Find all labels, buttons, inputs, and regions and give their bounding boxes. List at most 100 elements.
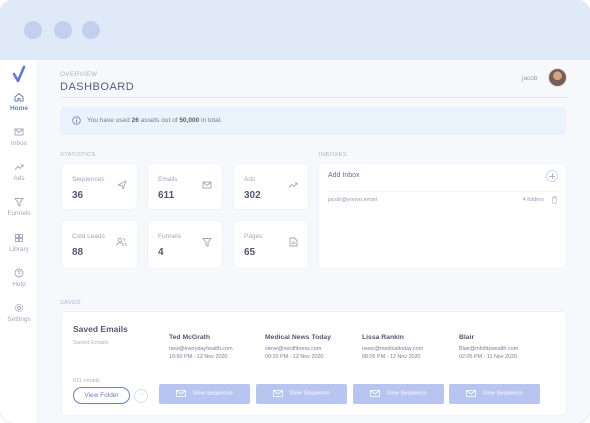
sidebar-item-library[interactable]: Library xyxy=(0,233,38,253)
sidebar-item-label: Help xyxy=(12,281,26,288)
sidebar-item-label: Settings xyxy=(7,316,31,323)
sidebar-item-funnels[interactable]: Funnels xyxy=(0,197,38,217)
view-sequence-button[interactable]: View Sequence xyxy=(449,384,540,404)
view-sequence-button[interactable]: View Sequence xyxy=(159,384,250,404)
sent-date: 08:05 PM - 12 Nov 2020 xyxy=(362,354,421,360)
stat-value: 611 xyxy=(158,190,175,201)
mail-icon xyxy=(14,128,24,136)
sent-date: 10:50 PM - 12 Nov 2020 xyxy=(169,354,228,360)
add-inbox-title: Add Inbox xyxy=(328,172,360,179)
sender-email: Blair@mlnfitzwealth.com xyxy=(459,346,519,352)
view-sequence-button[interactable]: View Sequence xyxy=(353,384,444,404)
sidebar-item-label: Funnels xyxy=(7,210,31,217)
view-sequence-label: View Sequence xyxy=(386,390,427,397)
envelope-icon xyxy=(176,390,187,398)
stat-card-sequences[interactable]: Sequences 36 xyxy=(62,164,137,209)
avatar[interactable] xyxy=(548,68,567,87)
stat-label: Cold Leads xyxy=(72,233,105,240)
trend-icon xyxy=(14,164,24,170)
grid-icon xyxy=(15,234,23,242)
home-icon xyxy=(14,92,24,102)
add-inbox-button[interactable] xyxy=(546,170,558,182)
view-sequence-label: View Sequence xyxy=(192,390,233,397)
filter-icon xyxy=(14,198,24,207)
sender-email: news@medicaltoday.com xyxy=(362,346,424,352)
stat-card-ads[interactable]: Ads 302 xyxy=(234,164,308,209)
saved-email-item: Ted McGrath new@everydayhealth.com 10:50… xyxy=(169,334,261,360)
stat-card-pages[interactable]: Pages 65 xyxy=(234,221,308,268)
saved-title: Saved Emails xyxy=(73,324,128,334)
stat-label: Sequences xyxy=(72,176,105,183)
stat-value: 65 xyxy=(244,247,256,258)
logo-icon xyxy=(12,65,26,83)
inbox-row[interactable]: jacob@yoovo.email 4 folders xyxy=(328,191,558,205)
gear-icon xyxy=(14,303,24,313)
stat-value: 36 xyxy=(72,190,84,201)
stat-value: 302 xyxy=(244,190,261,201)
sidebar-item-inbox[interactable]: Inbox xyxy=(0,127,38,147)
sender-name: Medical News Today xyxy=(265,334,331,341)
inbox-email: jacob@yoovo.email xyxy=(328,197,377,203)
help-icon xyxy=(14,268,24,278)
saved-email-count: 611 emails xyxy=(73,378,100,384)
sidebar-item-label: Ads xyxy=(13,175,25,182)
inboxes-section-label: INBOXES xyxy=(319,152,347,158)
view-sequence-label: View Sequence xyxy=(482,390,523,397)
saved-subtitle: Saved Emails xyxy=(73,340,109,346)
user-name[interactable]: jacob xyxy=(522,75,538,82)
sent-date: 02:05 PM - 11 Nov 2020 xyxy=(459,354,518,360)
app-window: Home Inbox Ads Funnels Library Help Sett… xyxy=(0,0,590,423)
document-icon xyxy=(289,237,298,247)
alert-text: You have used 26 assets out of 50,000 in… xyxy=(87,117,222,124)
alert-suffix: in total. xyxy=(201,117,222,124)
window-minimize-button[interactable] xyxy=(54,21,72,39)
usage-alert: You have used 26 assets out of 50,000 in… xyxy=(60,107,566,135)
stat-card-cold-leads[interactable]: Cold Leads 88 xyxy=(62,221,137,268)
view-sequence-label: View Sequence xyxy=(289,390,330,397)
stat-card-funnels[interactable]: Funnels 4 xyxy=(148,221,222,268)
stat-value: 4 xyxy=(158,247,164,258)
sidebar-item-ads[interactable]: Ads xyxy=(0,162,38,182)
main-content: OVERVIEW DASHBOARD jacob You have used 2… xyxy=(38,60,590,423)
sender-name: Blair xyxy=(459,334,475,341)
envelope-icon xyxy=(370,390,381,398)
sidebar: Home Inbox Ads Funnels Library Help Sett… xyxy=(0,60,38,423)
trash-icon[interactable] xyxy=(551,196,558,204)
window-maximize-button[interactable] xyxy=(82,21,100,39)
view-sequence-button[interactable]: View Sequence xyxy=(256,384,347,404)
view-folder-button[interactable]: View Folder xyxy=(73,387,130,404)
app-body: Home Inbox Ads Funnels Library Help Sett… xyxy=(0,60,590,423)
mail-icon xyxy=(202,181,212,189)
saved-email-item: Medical News Today steve@nerdfitness.com… xyxy=(265,334,357,360)
window-titlebar xyxy=(0,0,590,60)
statistics-section-label: STATISTICS xyxy=(60,152,96,158)
alert-prefix: You have used xyxy=(87,117,130,124)
stat-card-emails[interactable]: Emails 611 xyxy=(148,164,222,209)
inbox-folder-count: 4 folders xyxy=(522,197,544,203)
stat-label: Funnels xyxy=(158,233,182,240)
sender-email: steve@nerdfitness.com xyxy=(265,346,322,352)
sender-name: Lissa Rankin xyxy=(362,334,404,341)
saved-section-label: SAVED xyxy=(60,300,81,306)
sidebar-item-help[interactable]: Help xyxy=(0,268,38,288)
envelope-icon xyxy=(466,390,477,398)
send-icon xyxy=(117,180,127,190)
alert-total-count: 50,000 xyxy=(179,117,200,124)
title-divider xyxy=(60,97,568,98)
stat-value: 88 xyxy=(72,247,84,258)
sidebar-item-settings[interactable]: Settings xyxy=(0,303,38,323)
users-icon xyxy=(116,237,127,247)
window-close-button[interactable] xyxy=(24,21,42,39)
filter-icon xyxy=(202,238,212,247)
stat-label: Pages xyxy=(244,233,263,240)
alert-used-count: 26 xyxy=(131,117,139,124)
sidebar-item-label: Library xyxy=(9,246,29,253)
more-options-button[interactable]: ··· xyxy=(134,389,148,403)
sidebar-item-label: Home xyxy=(9,105,29,112)
saved-emails-card: Saved Emails Saved Emails 611 emails Vie… xyxy=(62,312,566,415)
stat-label: Emails xyxy=(158,176,178,183)
page-overline: OVERVIEW xyxy=(60,71,98,78)
envelope-icon xyxy=(273,390,284,398)
page-title: DASHBOARD xyxy=(60,81,135,93)
sidebar-item-home[interactable]: Home xyxy=(0,92,38,112)
